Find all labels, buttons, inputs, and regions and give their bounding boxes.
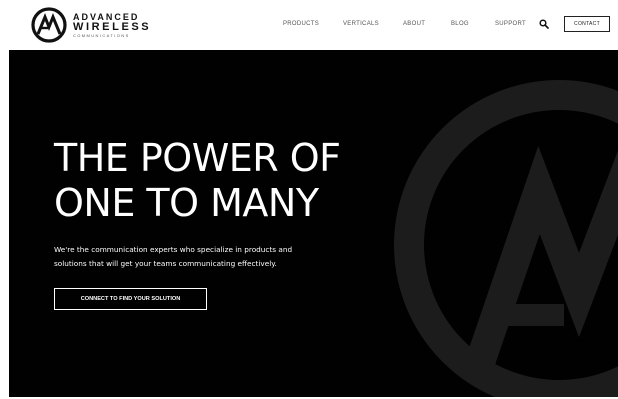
hero-description-line-2: solutions that will get your teams commu… <box>54 259 277 268</box>
logo-wordmark[interactable]: ADVANCED WIRELESS COMMUNICATIONS <box>73 12 151 38</box>
nav-about[interactable]: ABOUT <box>403 21 425 27</box>
contact-button[interactable]: CONTACT <box>564 16 610 32</box>
hero-title-line-1: THE POWER OF <box>54 136 341 180</box>
nav-blog[interactable]: BLOG <box>451 21 469 27</box>
page: ADVANCED WIRELESS COMMUNICATIONS PRODUCT… <box>0 0 618 399</box>
aw-logo-icon[interactable] <box>31 7 67 43</box>
site-header: ADVANCED WIRELESS COMMUNICATIONS PRODUCT… <box>0 0 618 50</box>
search-icon[interactable] <box>539 19 549 29</box>
nav-support[interactable]: SUPPORT <box>495 21 526 27</box>
hero-description-line-1: We're the communication experts who spec… <box>54 245 293 254</box>
connect-solution-button[interactable]: CONNECT TO FIND YOUR SOLUTION <box>54 288 207 310</box>
hero-description: We're the communication experts who spec… <box>54 243 374 271</box>
aw-watermark-icon <box>394 80 618 397</box>
logo-line-communications: COMMUNICATIONS <box>73 33 130 38</box>
nav-products[interactable]: PRODUCTS <box>283 21 319 27</box>
hero-section: THE POWER OF ONE TO MANY We're the commu… <box>9 50 618 397</box>
hero-title-line-2: ONE TO MANY <box>54 181 319 225</box>
logo-line-wireless: WIRELESS <box>73 21 152 33</box>
nav-verticals[interactable]: VERTICALS <box>343 21 379 27</box>
hero-title: THE POWER OF ONE TO MANY <box>54 136 341 226</box>
